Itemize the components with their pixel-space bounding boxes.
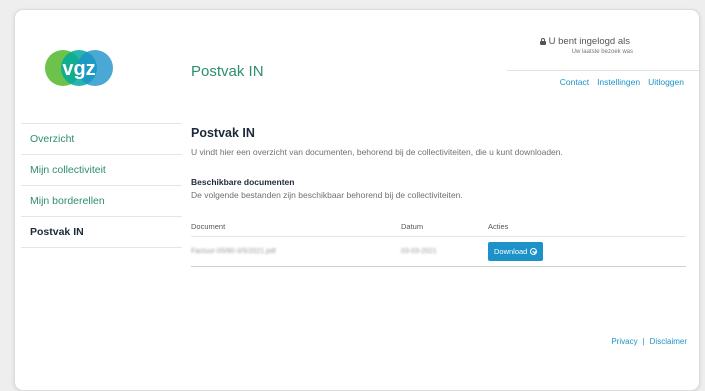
lock-icon xyxy=(539,38,546,45)
download-circle-icon xyxy=(530,248,538,255)
top-links: Contact Instellingen Uitloggen xyxy=(560,77,684,87)
table-header: Document Datum Acties xyxy=(191,222,686,237)
svg-text:vgz: vgz xyxy=(62,58,95,80)
sidebar-item-postvak-in[interactable]: Postvak IN xyxy=(21,216,182,248)
sidebar-item-mijn-collectiviteit[interactable]: Mijn collectiviteit xyxy=(21,154,182,185)
column-header-date: Datum xyxy=(401,222,424,231)
download-label: Download xyxy=(494,247,528,256)
account-info: U bent ingelogd als Uw laatste bezoek wa… xyxy=(539,36,633,55)
privacy-link[interactable]: Privacy xyxy=(611,337,637,346)
last-visit-label: Uw laatste bezoek was xyxy=(571,49,633,55)
sidebar-item-mijn-borderellen[interactable]: Mijn borderellen xyxy=(21,185,182,216)
contact-link[interactable]: Contact xyxy=(560,77,589,87)
header-divider xyxy=(507,70,699,71)
download-button[interactable]: Download xyxy=(488,242,544,261)
section-title: Beschikbare documenten xyxy=(191,177,295,187)
document-date: 03-03-2021 xyxy=(401,248,437,255)
settings-link[interactable]: Instellingen xyxy=(597,77,640,87)
header-title: Postvak IN xyxy=(191,63,264,80)
disclaimer-link[interactable]: Disclaimer xyxy=(650,337,687,346)
column-header-actions: Acties xyxy=(488,222,509,231)
logged-in-label: U bent ingelogd als xyxy=(548,36,630,47)
footer-separator: | xyxy=(642,337,645,346)
page-frame: vgz Postvak IN U bent ingelogd als Uw la… xyxy=(14,9,700,391)
table-row: Factuur-05/90-3/5/2021.pdf 03-03-2021 Do… xyxy=(191,237,686,267)
column-header-document: Document xyxy=(191,222,226,231)
logout-link[interactable]: Uitloggen xyxy=(648,77,684,87)
vgz-logo: vgz xyxy=(45,50,113,86)
documents-table: Document Datum Acties Factuur-05/90-3/5/… xyxy=(191,222,686,267)
footer-links: Privacy | Disclaimer xyxy=(611,337,687,346)
intro-text: U vindt hier een overzicht van documente… xyxy=(191,147,563,157)
page-title: Postvak IN xyxy=(191,126,255,140)
sidebar-item-overzicht[interactable]: Overzicht xyxy=(21,123,182,154)
main-content: Postvak IN U vindt hier een overzicht va… xyxy=(191,126,686,267)
sidebar: Overzicht Mijn collectiviteit Mijn borde… xyxy=(21,123,182,248)
document-name[interactable]: Factuur-05/90-3/5/2021.pdf xyxy=(191,248,401,255)
section-description: De volgende bestanden zijn beschikbaar b… xyxy=(191,190,463,200)
